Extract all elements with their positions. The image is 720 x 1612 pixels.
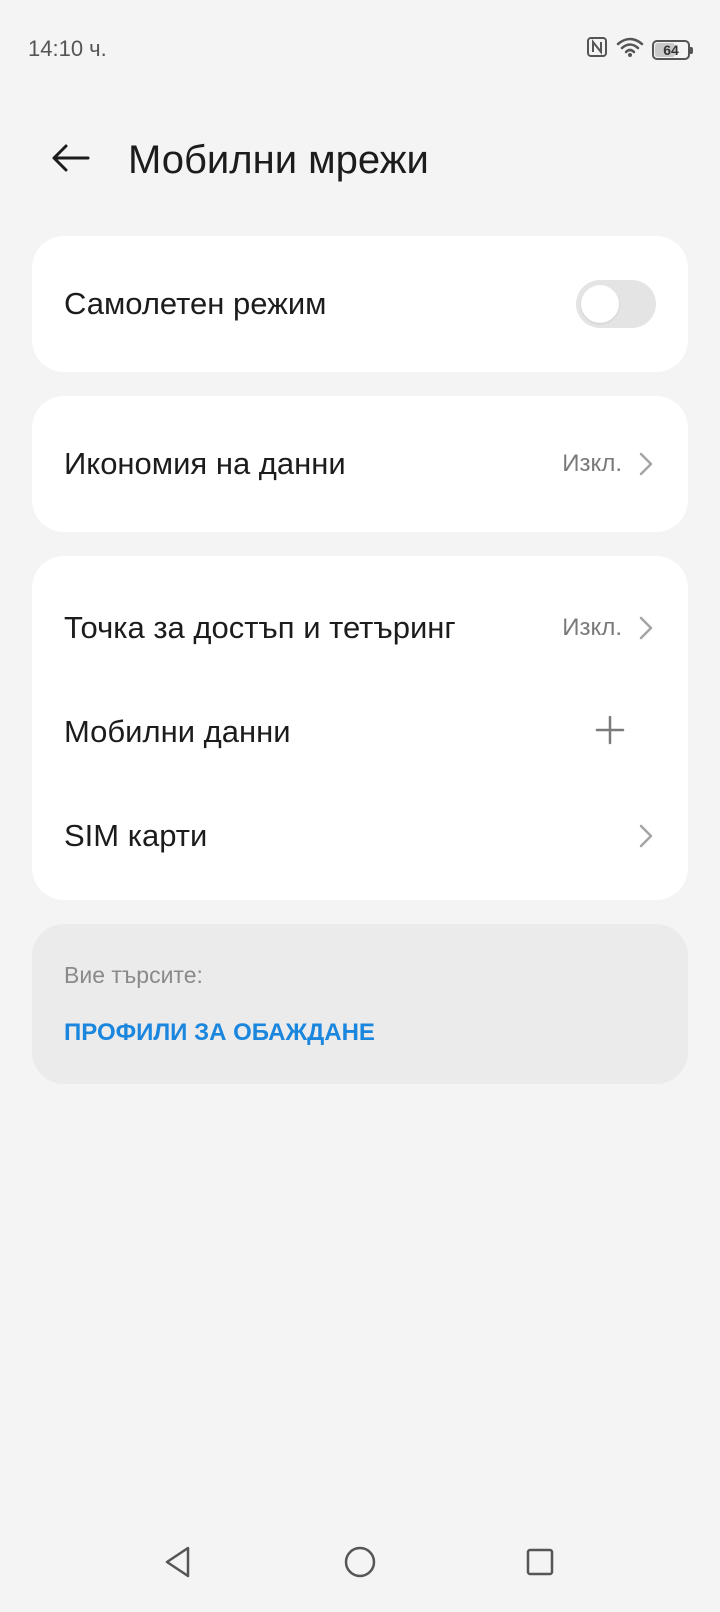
page-title: Мобилни мрежи: [128, 138, 429, 182]
search-suggestion-card: Вие търсите: ПРОФИЛИ ЗА ОБАЖДАНЕ: [32, 924, 688, 1084]
wifi-icon: [616, 36, 644, 63]
status-bar: 14:10 ч. 64: [0, 0, 720, 100]
chevron-right-icon: [636, 450, 656, 478]
navigation-bar: [0, 1512, 720, 1612]
chevron-right-icon: [636, 822, 656, 850]
status-time: 14:10 ч.: [28, 36, 107, 61]
search-suggestion-label: Вие търсите:: [64, 962, 203, 988]
chevron-right-icon: [636, 614, 656, 642]
mobile-data-row[interactable]: Мобилни данни: [32, 680, 688, 784]
airplane-mode-label: Самолетен режим: [64, 286, 327, 321]
airplane-mode-toggle[interactable]: [576, 280, 656, 328]
nav-home-button[interactable]: [338, 1542, 382, 1586]
back-button[interactable]: [44, 138, 96, 182]
add-mobile-data-button[interactable]: [590, 712, 630, 752]
hotspot-tethering-value: Изкл.: [562, 614, 622, 641]
app-header: Мобилни мрежи: [0, 120, 720, 200]
nfc-icon: [586, 36, 608, 63]
plus-icon: [595, 715, 625, 750]
sim-cards-row[interactable]: SIM карти: [32, 784, 688, 888]
home-circle-icon: [343, 1545, 377, 1584]
airplane-card: Самолетен режим: [32, 236, 688, 372]
call-profiles-link[interactable]: ПРОФИЛИ ЗА ОБАЖДАНЕ: [64, 1019, 656, 1047]
arrow-left-icon: [50, 143, 90, 178]
nav-back-button[interactable]: [156, 1542, 200, 1586]
mobile-data-label: Мобилни данни: [64, 714, 291, 749]
data-saver-label: Икономия на данни: [64, 446, 346, 481]
back-triangle-icon: [162, 1545, 194, 1584]
data-saver-value: Изкл.: [562, 450, 622, 477]
status-icons: 64: [586, 36, 693, 63]
recents-square-icon: [524, 1546, 556, 1583]
battery-icon: 64: [652, 39, 693, 60]
battery-level-text: 64: [663, 41, 679, 58]
airplane-mode-row[interactable]: Самолетен режим: [32, 236, 688, 372]
hotspot-tethering-label: Точка за достъп и тетъринг: [64, 610, 456, 645]
nav-recents-button[interactable]: [518, 1542, 562, 1586]
hotspot-tethering-row[interactable]: Точка за достъп и тетъринг Изкл.: [32, 576, 688, 680]
data-saver-card: Икономия на данни Изкл.: [32, 396, 688, 532]
data-saver-row[interactable]: Икономия на данни Изкл.: [32, 396, 688, 532]
network-card: Точка за достъп и тетъринг Изкл. Мобилни…: [32, 556, 688, 900]
sim-cards-label: SIM карти: [64, 818, 208, 853]
toggle-knob: [581, 285, 619, 323]
